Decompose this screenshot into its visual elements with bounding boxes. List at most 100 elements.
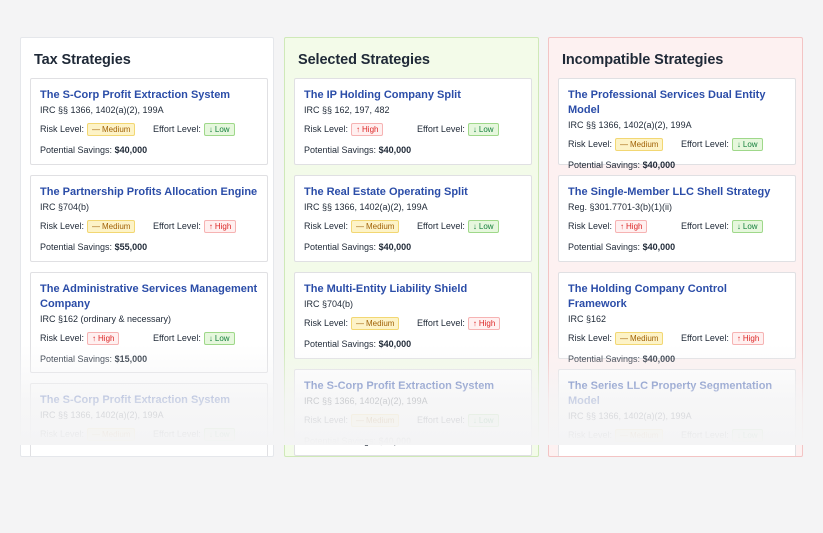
risk-label: Risk Level: bbox=[40, 124, 85, 134]
column-title: Selected Strategies bbox=[298, 52, 430, 68]
potential-savings: Potential Savings: $40,000 bbox=[304, 339, 412, 349]
strategy-card[interactable]: The Multi-Entity Liability Shield IRC §7… bbox=[294, 272, 532, 359]
potential-savings: Potential Savings: $15,000 bbox=[40, 354, 148, 364]
card-code: IRC §§ 1366, 1402(a)(2), 199A bbox=[40, 410, 164, 420]
risk-label: Risk Level: bbox=[568, 221, 613, 231]
card-code: IRC §704(b) bbox=[304, 299, 354, 309]
arrow-up-icon: ↑ bbox=[92, 333, 97, 343]
risk-label: Risk Level: bbox=[40, 429, 85, 439]
effort-label: Effort Level: bbox=[417, 415, 465, 425]
potential-savings: Potential Savings: $40,000 bbox=[304, 145, 412, 155]
column-title: Incompatible Strategies bbox=[562, 52, 724, 68]
effort-badge: ↓ Low bbox=[203, 331, 235, 345]
card-title: The Multi-Entity Liability Shield bbox=[304, 283, 468, 295]
arrow-up-icon: ↑ bbox=[472, 318, 477, 328]
card-code: IRC §162 bbox=[568, 314, 607, 324]
risk-badge: ↑ High bbox=[87, 331, 120, 345]
effort-label: Effort Level: bbox=[681, 430, 729, 440]
arrow-down-icon: ↓ bbox=[472, 221, 477, 231]
column-title: Tax Strategies bbox=[34, 52, 131, 68]
risk-label: Risk Level: bbox=[40, 221, 85, 231]
effort-label: Effort Level: bbox=[153, 429, 201, 439]
strategy-card[interactable]: The IP Holding Company Split IRC §§ 162,… bbox=[294, 78, 532, 165]
card-code: IRC §§ 162, 197, 482 bbox=[304, 105, 390, 115]
strategy-card[interactable]: The S-Corp Profit Extraction System IRC … bbox=[30, 383, 268, 456]
strategy-card[interactable]: The Administrative Services Management C… bbox=[30, 272, 268, 373]
risk-badge: — Medium bbox=[87, 219, 136, 233]
potential-savings: Potential Savings: $55,000 bbox=[40, 242, 148, 252]
effort-label: Effort Level: bbox=[417, 318, 465, 328]
effort-label: Effort Level: bbox=[153, 221, 201, 231]
potential-savings: Potential Savings: $40,000 bbox=[40, 145, 148, 155]
dash-icon: — bbox=[620, 333, 629, 343]
arrow-up-icon: ↑ bbox=[356, 124, 361, 134]
effort-badge: ↓ Low bbox=[467, 413, 499, 427]
arrow-up-icon: ↑ bbox=[736, 333, 741, 343]
card-code: IRC §§ 1366, 1402(a)(2), 199A bbox=[568, 411, 692, 421]
dash-icon: — bbox=[356, 415, 365, 425]
arrow-down-icon: ↓ bbox=[208, 429, 213, 439]
risk-label: Risk Level: bbox=[568, 430, 613, 440]
arrow-down-icon: ↓ bbox=[736, 139, 741, 149]
risk-badge: — Medium bbox=[615, 428, 664, 442]
risk-badge: ↑ High bbox=[351, 122, 384, 136]
arrow-down-icon: ↓ bbox=[736, 221, 741, 231]
potential-savings: Potential Savings: $40,000 bbox=[568, 242, 676, 252]
strategy-card[interactable]: The S-Corp Profit Extraction System IRC … bbox=[30, 78, 268, 165]
card-code: IRC §162 (ordinary & necessary) bbox=[40, 314, 172, 324]
risk-label: Risk Level: bbox=[304, 221, 349, 231]
risk-label: Risk Level: bbox=[568, 139, 613, 149]
card-title: The S-Corp Profit Extraction System bbox=[40, 394, 231, 406]
effort-badge: ↓ Low bbox=[731, 428, 763, 442]
card-code: IRC §§ 1366, 1402(a)(2), 199A bbox=[304, 202, 428, 212]
effort-badge: ↓ Low bbox=[467, 122, 499, 136]
dash-icon: — bbox=[356, 221, 365, 231]
effort-badge: ↑ High bbox=[467, 316, 501, 330]
arrow-down-icon: ↓ bbox=[208, 333, 213, 343]
card-title: The Series LLC Property Segmentation Mod… bbox=[568, 380, 773, 407]
dash-icon: — bbox=[92, 221, 101, 231]
strategy-card[interactable]: The Holding Company Control Framework IR… bbox=[558, 272, 796, 364]
dash-icon: — bbox=[620, 139, 629, 149]
effort-badge: ↓ Low bbox=[467, 219, 499, 233]
effort-badge: ↓ Low bbox=[731, 137, 763, 151]
card-title: The Real Estate Operating Split bbox=[304, 186, 468, 198]
risk-badge: — Medium bbox=[615, 331, 664, 345]
card-code: IRC §704(b) bbox=[40, 202, 90, 212]
arrow-down-icon: ↓ bbox=[472, 124, 477, 134]
column-tax-strategies: Tax Strategies The S-Corp Profit Extract… bbox=[20, 37, 274, 457]
strategy-board: Tax Strategies The S-Corp Profit Extract… bbox=[0, 0, 823, 533]
card-code: Reg. §301.7701-3(b)(1)(ii) bbox=[568, 202, 673, 212]
arrow-down-icon: ↓ bbox=[472, 415, 477, 425]
risk-label: Risk Level: bbox=[40, 333, 85, 343]
risk-label: Risk Level: bbox=[304, 124, 349, 134]
dash-icon: — bbox=[92, 124, 101, 134]
effort-label: Effort Level: bbox=[417, 124, 465, 134]
effort-badge: ↓ Low bbox=[203, 122, 235, 136]
effort-badge: ↑ High bbox=[203, 219, 237, 233]
strategy-card[interactable]: The Professional Services Dual Entity Mo… bbox=[558, 78, 796, 170]
strategy-card[interactable]: The S-Corp Profit Extraction System IRC … bbox=[294, 369, 532, 456]
effort-badge: ↑ High bbox=[731, 331, 765, 345]
card-title: The IP Holding Company Split bbox=[304, 89, 461, 101]
card-title: The Partnership Profits Allocation Engin… bbox=[40, 186, 258, 198]
strategy-card[interactable]: The Single-Member LLC Shell Strategy Reg… bbox=[558, 175, 796, 262]
risk-badge: — Medium bbox=[87, 122, 136, 136]
potential-savings: Potential Savings: $40,000 bbox=[568, 354, 676, 364]
strategy-card[interactable]: The Real Estate Operating Split IRC §§ 1… bbox=[294, 175, 532, 262]
arrow-up-icon: ↑ bbox=[620, 221, 625, 231]
effort-label: Effort Level: bbox=[417, 221, 465, 231]
potential-savings: Potential Savings: $40,000 bbox=[304, 436, 412, 446]
dash-icon: — bbox=[356, 318, 365, 328]
effort-label: Effort Level: bbox=[681, 139, 729, 149]
card-code: IRC §§ 1366, 1402(a)(2), 199A bbox=[304, 396, 428, 406]
strategy-card[interactable]: The Partnership Profits Allocation Engin… bbox=[30, 175, 268, 262]
card-title: The Single-Member LLC Shell Strategy bbox=[568, 186, 771, 198]
card-title: The S-Corp Profit Extraction System bbox=[304, 380, 495, 392]
effort-label: Effort Level: bbox=[153, 333, 201, 343]
effort-badge: ↓ Low bbox=[731, 219, 763, 233]
dash-icon: — bbox=[620, 430, 629, 440]
strategy-card[interactable]: The Series LLC Property Segmentation Mod… bbox=[558, 369, 796, 456]
card-code: IRC §§ 1366, 1402(a)(2), 199A bbox=[40, 105, 164, 115]
risk-badge: — Medium bbox=[351, 219, 400, 233]
